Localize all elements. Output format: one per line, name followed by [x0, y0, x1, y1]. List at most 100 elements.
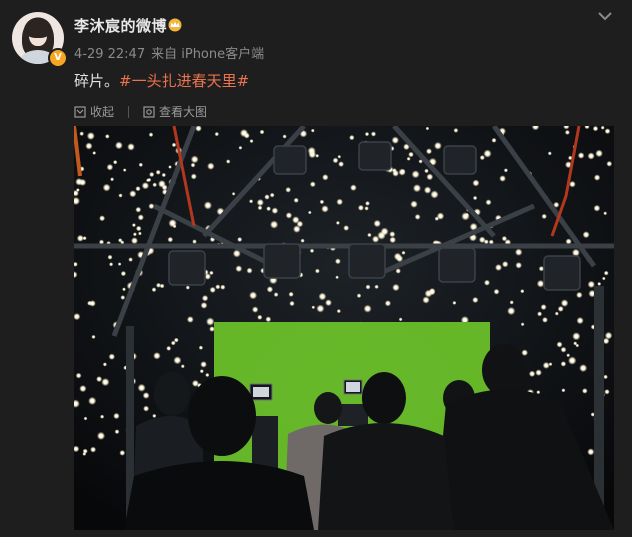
- collapse-icon: [74, 105, 86, 118]
- view-large-button[interactable]: 查看大图: [143, 103, 207, 120]
- light-bulb: [186, 316, 194, 323]
- light-bulb: [336, 309, 341, 314]
- hashtag-link[interactable]: #一头扎进春天里#: [119, 72, 249, 90]
- light-bulb: [113, 412, 120, 420]
- light-bulb: [485, 199, 492, 206]
- light-bulb: [265, 316, 272, 323]
- light-bulb: [113, 160, 118, 165]
- light-bulb: [425, 126, 430, 131]
- light-bulb: [428, 288, 436, 296]
- light-bulb: [575, 343, 580, 348]
- light-bulb: [137, 383, 146, 392]
- light-bulb: [587, 152, 595, 160]
- light-bulb: [285, 212, 293, 219]
- light-bulb: [100, 414, 105, 419]
- post-time[interactable]: 4-29 22:47: [74, 47, 145, 62]
- light-bulb: [264, 194, 270, 200]
- light-bulb: [114, 429, 120, 435]
- light-bulb: [393, 252, 402, 261]
- light-bulb: [127, 143, 135, 151]
- light-bulb: [338, 161, 344, 167]
- light-bulb: [560, 299, 569, 307]
- light-bulb: [156, 282, 161, 288]
- light-bulb: [238, 145, 243, 150]
- light-bulb: [597, 281, 602, 286]
- light-bulb: [434, 141, 442, 150]
- light-bulb: [158, 180, 166, 188]
- light-bulb: [414, 214, 421, 220]
- light-bulb: [203, 201, 212, 210]
- light-bulb: [96, 376, 103, 383]
- light-bulb: [149, 171, 155, 178]
- light-bulb: [335, 220, 340, 225]
- light-bulb: [560, 346, 567, 353]
- crown-icon[interactable]: [167, 18, 183, 32]
- light-bulb: [201, 295, 209, 302]
- light-bulb: [515, 262, 522, 269]
- light-bulb: [576, 291, 583, 299]
- light-bulb: [503, 168, 508, 173]
- light-bulb: [143, 405, 150, 412]
- light-bulb: [564, 129, 570, 135]
- light-bulb: [322, 174, 329, 181]
- light-bulb: [75, 372, 82, 379]
- light-bulb: [335, 258, 341, 265]
- light-bulb: [336, 198, 344, 206]
- light-bulb: [152, 182, 157, 188]
- light-bulb: [499, 175, 506, 182]
- light-bulb: [509, 300, 514, 305]
- light-bulb: [411, 170, 420, 179]
- light-bulb: [343, 225, 350, 231]
- light-bulb: [374, 284, 379, 289]
- light-bulb: [102, 183, 111, 192]
- light-bulb: [200, 302, 208, 309]
- light-bulb: [606, 160, 613, 167]
- light-bulb: [502, 261, 509, 268]
- light-bulb: [365, 284, 371, 290]
- light-bulb: [249, 291, 258, 300]
- light-bulb: [309, 248, 315, 253]
- studio-photo: [74, 126, 614, 530]
- light-bulb: [209, 286, 216, 293]
- collapse-button[interactable]: 收起: [74, 103, 114, 120]
- post-text-plain: 碎片。: [74, 72, 120, 90]
- light-bulb: [308, 210, 312, 215]
- light-bulb: [190, 173, 197, 180]
- light-bulb: [85, 142, 93, 150]
- light-bulb: [131, 237, 138, 245]
- light-bulb: [89, 300, 96, 307]
- light-bulb: [579, 364, 588, 373]
- light-bulb: [602, 276, 606, 281]
- light-bulb: [453, 128, 459, 133]
- light-bulb: [430, 190, 439, 199]
- light-bulb: [249, 199, 254, 204]
- light-bulb: [540, 304, 547, 311]
- light-bulb: [515, 248, 523, 256]
- username[interactable]: 李沐宸的微博: [74, 15, 167, 36]
- light-bulb: [300, 238, 305, 243]
- light-bulb: [587, 448, 595, 456]
- chevron-down-icon[interactable]: [597, 10, 613, 22]
- light-bulb: [495, 264, 502, 271]
- light-bulb: [166, 345, 172, 351]
- light-bulb: [472, 179, 480, 187]
- light-bulb: [561, 388, 566, 393]
- light-bulb: [256, 198, 264, 207]
- post-image[interactable]: [74, 126, 614, 530]
- light-bulb: [109, 262, 114, 267]
- light-bulb: [180, 364, 185, 369]
- light-bulb: [185, 285, 190, 290]
- light-bulb: [282, 134, 287, 139]
- light-bulb: [293, 197, 299, 203]
- light-bulb: [392, 168, 397, 173]
- light-bulb: [604, 389, 610, 395]
- magnify-icon: [143, 105, 155, 118]
- light-bulb: [88, 396, 97, 405]
- light-bulb: [209, 326, 215, 332]
- light-bulb: [535, 369, 542, 376]
- light-bulb: [479, 155, 485, 161]
- light-bulb: [101, 378, 110, 387]
- light-bulb: [493, 288, 500, 295]
- light-bulb: [102, 362, 107, 367]
- light-bulb: [110, 177, 115, 182]
